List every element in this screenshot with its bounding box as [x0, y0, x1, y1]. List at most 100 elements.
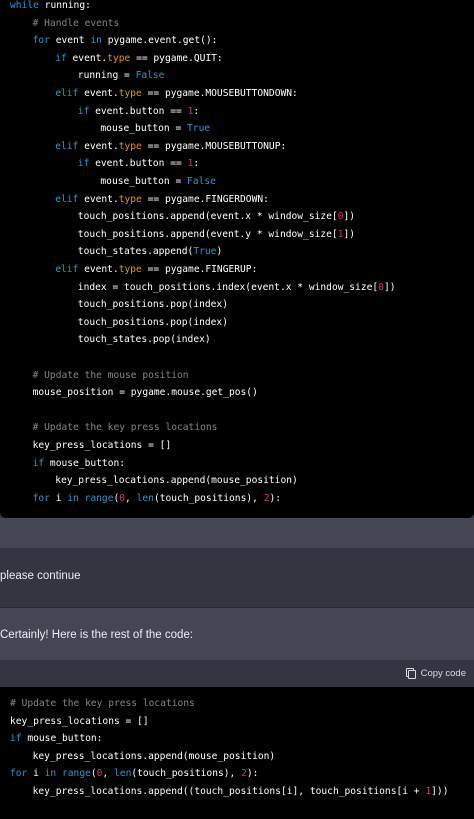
code-token: :: [193, 105, 200, 117]
code-token: touch_positions.pop(index): [77, 299, 228, 311]
code-token: touch_positions.append(event.x * window_…: [77, 211, 338, 223]
code-token: for: [32, 35, 50, 47]
code-token: event.button ==: [89, 105, 188, 117]
code-token: if: [10, 733, 22, 745]
code-line: touch_states.pop(index): [78, 331, 211, 349]
code-line: key_press_locations.append((touch_positi…: [33, 783, 449, 801]
code-token: ,: [125, 492, 137, 504]
code-token: index = touch_positions.index(event.x * …: [77, 281, 379, 293]
code-token: ):: [269, 492, 282, 504]
code-token: event: [49, 35, 91, 47]
code-line: touch_positions.append(event.x * window_…: [78, 208, 355, 226]
code-token: for: [10, 768, 28, 780]
code-token: (touch_positions),: [153, 492, 264, 504]
code-line: while running:: [10, 0, 91, 15]
code-token: touch_states.pop(index): [77, 334, 211, 346]
code-token: key_press_locations.append(mouse_positio…: [55, 475, 298, 487]
code-line: key_press_locations = []: [10, 713, 149, 731]
code-line: index = touch_positions.index(event.x * …: [78, 279, 396, 297]
code-token: ]): [343, 228, 356, 240]
code-token: pygame.event.get():: [101, 35, 218, 47]
code-line: elif event.type == pygame.MOUSEBUTTONDOW…: [55, 85, 298, 103]
code-token: type: [118, 264, 142, 275]
code-token: # Update the key press locations: [10, 698, 195, 709]
code-token: mouse_button =: [100, 123, 188, 135]
code-token: touch_states.append(: [77, 246, 194, 258]
code-token: False: [187, 176, 216, 187]
code-token: mouse_position = pygame.mouse.get_pos(): [32, 387, 258, 399]
code-token: key_press_locations.append((touch_positi…: [32, 786, 426, 797]
code-token: running =: [77, 70, 136, 82]
code-token: == pygame.MOUSEBUTTONUP:: [141, 140, 287, 152]
code-token: in: [44, 768, 57, 780]
code-line: key_press_locations.append(mouse_positio…: [55, 472, 298, 490]
code-line: for i in range(0, len(touch_positions), …: [33, 490, 281, 508]
code-line: elif event.type == pygame.MOUSEBUTTONUP:: [55, 138, 286, 156]
code-block-footer-spacer: [0, 518, 474, 548]
code-token: event.: [78, 193, 119, 205]
code-token: :: [193, 158, 200, 170]
code-token: touch_positions.pop(index): [77, 316, 228, 328]
code-token: if: [77, 158, 90, 170]
code-line: touch_positions.pop(index): [78, 314, 228, 332]
code-token: if: [32, 457, 45, 469]
code-token: == pygame.FINGERUP:: [141, 264, 258, 275]
code-line: touch_positions.append(event.y * window_…: [78, 226, 355, 244]
code-token: elif: [55, 88, 79, 99]
code-token: range: [84, 492, 114, 504]
code-line: if event.button == 1:: [78, 155, 199, 173]
code-token: len: [114, 768, 132, 780]
code-line: touch_states.append(True): [78, 243, 222, 261]
clipboard-icon: [405, 668, 416, 679]
code-token: False: [135, 70, 165, 82]
user-message: please continue: [0, 548, 474, 608]
code-block-continuation: # Update the key press locations key_pres…: [0, 687, 474, 819]
code-line: mouse_position = pygame.mouse.get_pos(): [33, 384, 258, 402]
code-line: mouse_button = False: [100, 173, 216, 191]
code-line: if mouse_button:: [10, 730, 102, 748]
code-token: == pygame.FINGERDOWN:: [141, 193, 269, 205]
copy-code-button[interactable]: Copy code: [405, 666, 466, 680]
code-token: i: [49, 492, 68, 504]
code-token: ,: [102, 768, 115, 780]
code-line: if mouse_button:: [33, 455, 125, 473]
code-token: event.: [66, 52, 108, 64]
code-token: for: [32, 492, 50, 504]
code-token: type: [118, 193, 142, 205]
code-line: if event.type == pygame.QUIT:: [55, 50, 223, 68]
code-token: in: [67, 492, 79, 504]
code-token: mouse_button:: [44, 457, 126, 469]
code-line: mouse_button = True: [100, 120, 210, 138]
code-token: ]): [383, 281, 396, 293]
code-token: == pygame.QUIT:: [130, 52, 223, 64]
code-token: type: [107, 52, 131, 64]
code-token: # Handle events: [32, 17, 120, 29]
code-token: elif: [55, 193, 79, 205]
code-line: key_press_locations = []: [33, 437, 172, 455]
code-token: ])): [431, 786, 449, 797]
user-message-text: please continue: [0, 570, 81, 582]
code-token: event.: [78, 140, 119, 152]
code-line: if event.button == 1:: [78, 103, 199, 121]
code-token: key_press_locations.append(mouse_positio…: [32, 750, 276, 762]
code-token: touch_positions.append(event.y * window_…: [77, 228, 338, 240]
code-token: ): [216, 246, 223, 258]
code-line: key_press_locations.append(mouse_positio…: [33, 748, 276, 766]
code-token: event.: [78, 88, 119, 99]
code-line: # Update the mouse position: [33, 367, 189, 385]
code-token: while: [10, 0, 39, 11]
code-line: for event in pygame.event.get():: [33, 32, 218, 50]
code-line: touch_positions.pop(index): [78, 296, 228, 314]
code-line: # Handle events: [33, 15, 120, 33]
code-line: elif event.type == pygame.FINGERDOWN:: [55, 191, 269, 209]
code-token: elif: [55, 140, 79, 152]
code-token: elif: [55, 264, 79, 275]
code-token: == pygame.MOUSEBUTTONDOWN:: [141, 88, 298, 99]
code-token: if: [77, 105, 90, 117]
code-token: running:: [38, 0, 91, 11]
code-token: key_press_locations = []: [32, 440, 172, 451]
code-token: True: [187, 123, 211, 135]
code-line: running = False: [78, 67, 165, 85]
code-token: if: [55, 52, 67, 64]
code-token: i: [27, 768, 45, 780]
